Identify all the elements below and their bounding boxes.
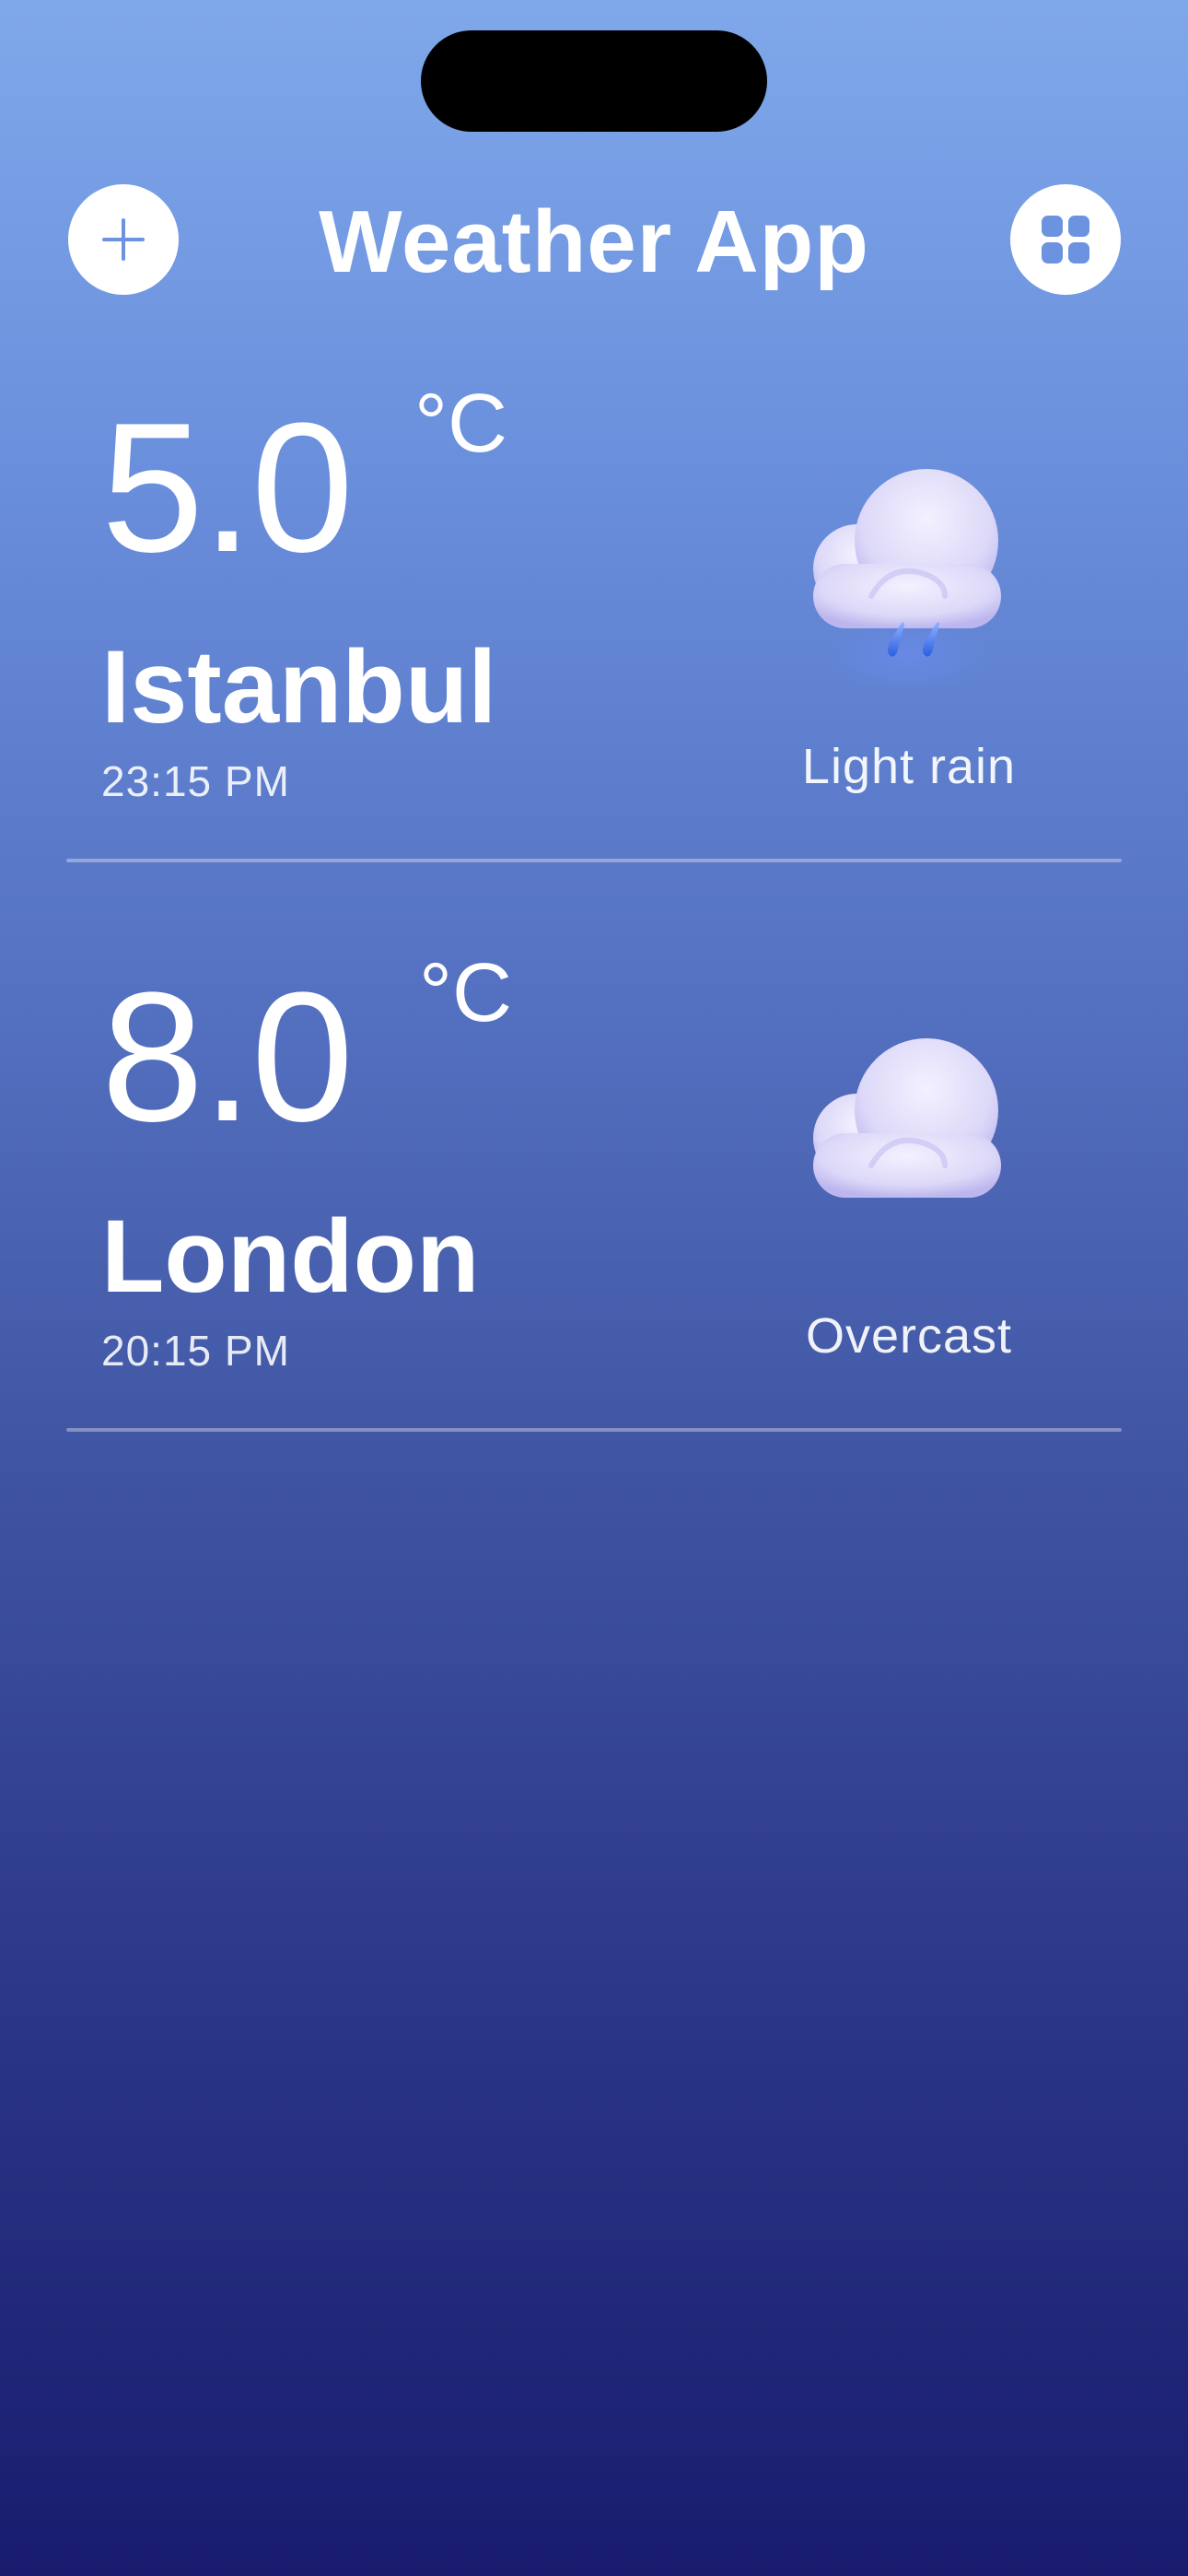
app-header: Weather App	[0, 184, 1188, 297]
weather-screen: Weather App 5.0 °C Istanbul 23:15 PM Lig…	[0, 0, 1188, 2576]
local-time: 23:15 PM	[101, 757, 290, 805]
divider	[66, 859, 1122, 862]
grid-icon	[1040, 214, 1091, 265]
divider	[66, 1428, 1122, 1432]
temperature-unit: °C	[419, 947, 512, 1039]
grid-menu-button[interactable]	[1010, 184, 1121, 295]
city-card-london[interactable]: 8.0 °C London 20:15 PM Overcast	[66, 938, 1122, 1432]
cloud-icon	[770, 995, 1046, 1271]
city-name: Istanbul	[101, 629, 497, 744]
city-name: London	[101, 1199, 480, 1314]
cloud-rain-icon	[770, 426, 1046, 702]
weather-condition: Light rain	[801, 739, 1017, 794]
weather-condition: Overcast	[805, 1308, 1013, 1364]
dynamic-island	[421, 30, 767, 132]
temperature-value: 8.0	[101, 954, 354, 1160]
temperature-value: 5.0	[101, 385, 354, 591]
temperature-unit: °C	[414, 378, 507, 470]
city-card-istanbul[interactable]: 5.0 °C Istanbul 23:15 PM Light rain	[66, 369, 1122, 862]
local-time: 20:15 PM	[101, 1327, 290, 1375]
